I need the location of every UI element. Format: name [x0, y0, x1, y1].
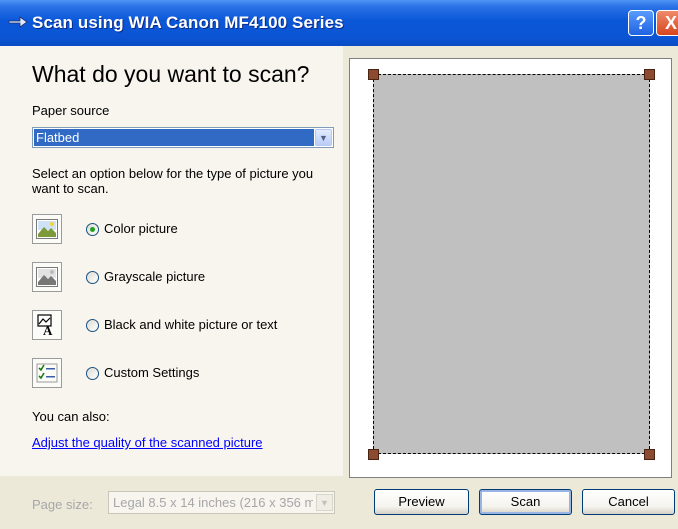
adjust-quality-link[interactable]: Adjust the quality of the scanned pictur… — [32, 435, 263, 450]
page-size-value: Legal 8.5 x 14 inches (216 x 356 mm) — [113, 495, 313, 510]
window-title: Scan using WIA Canon MF4100 Series — [32, 13, 344, 32]
grayscale-picture-label[interactable]: Grayscale picture — [104, 269, 205, 284]
crop-handle-bottom-right[interactable] — [644, 449, 655, 460]
page-size-select: Legal 8.5 x 14 inches (216 x 356 mm) ▼ — [108, 491, 335, 514]
grayscale-picture-radio[interactable] — [86, 271, 99, 284]
color-picture-label[interactable]: Color picture — [104, 221, 178, 236]
bw-text-icon[interactable]: A — [32, 310, 62, 340]
help-button[interactable]: ? — [628, 10, 654, 36]
crop-handle-top-left[interactable] — [368, 69, 379, 80]
instruction-text: Select an option below for the type of p… — [32, 166, 314, 196]
custom-settings-radio[interactable] — [86, 367, 99, 380]
crop-handle-top-right[interactable] — [644, 69, 655, 80]
chevron-down-icon[interactable]: ▼ — [315, 129, 332, 146]
bw-text-radio[interactable] — [86, 319, 99, 332]
scan-region[interactable] — [373, 74, 650, 454]
crop-handle-bottom-left[interactable] — [368, 449, 379, 460]
custom-settings-label[interactable]: Custom Settings — [104, 365, 199, 380]
preview-button[interactable]: Preview — [374, 489, 469, 515]
paper-source-label: Paper source — [32, 103, 110, 118]
paper-source-select[interactable]: Flatbed ▼ — [32, 127, 334, 148]
cancel-button[interactable]: Cancel — [582, 489, 675, 515]
also-label: You can also: — [32, 409, 110, 424]
color-picture-icon[interactable] — [32, 214, 62, 244]
custom-settings-icon[interactable] — [32, 358, 62, 388]
chevron-down-icon: ▼ — [316, 494, 333, 511]
grayscale-picture-icon[interactable] — [32, 262, 62, 292]
close-button[interactable]: X — [656, 10, 678, 36]
page-title: What do you want to scan? — [32, 61, 310, 87]
bw-text-label[interactable]: Black and white picture or text — [104, 317, 277, 332]
title-bar: Scan using WIA Canon MF4100 Series ? X — [0, 0, 678, 46]
paper-source-value: Flatbed — [34, 129, 314, 146]
svg-text:A: A — [43, 323, 53, 336]
scan-button[interactable]: Scan — [479, 489, 572, 515]
scanner-arrow-icon — [8, 16, 28, 28]
page-size-label: Page size: — [32, 497, 93, 512]
color-picture-radio[interactable] — [86, 223, 99, 236]
